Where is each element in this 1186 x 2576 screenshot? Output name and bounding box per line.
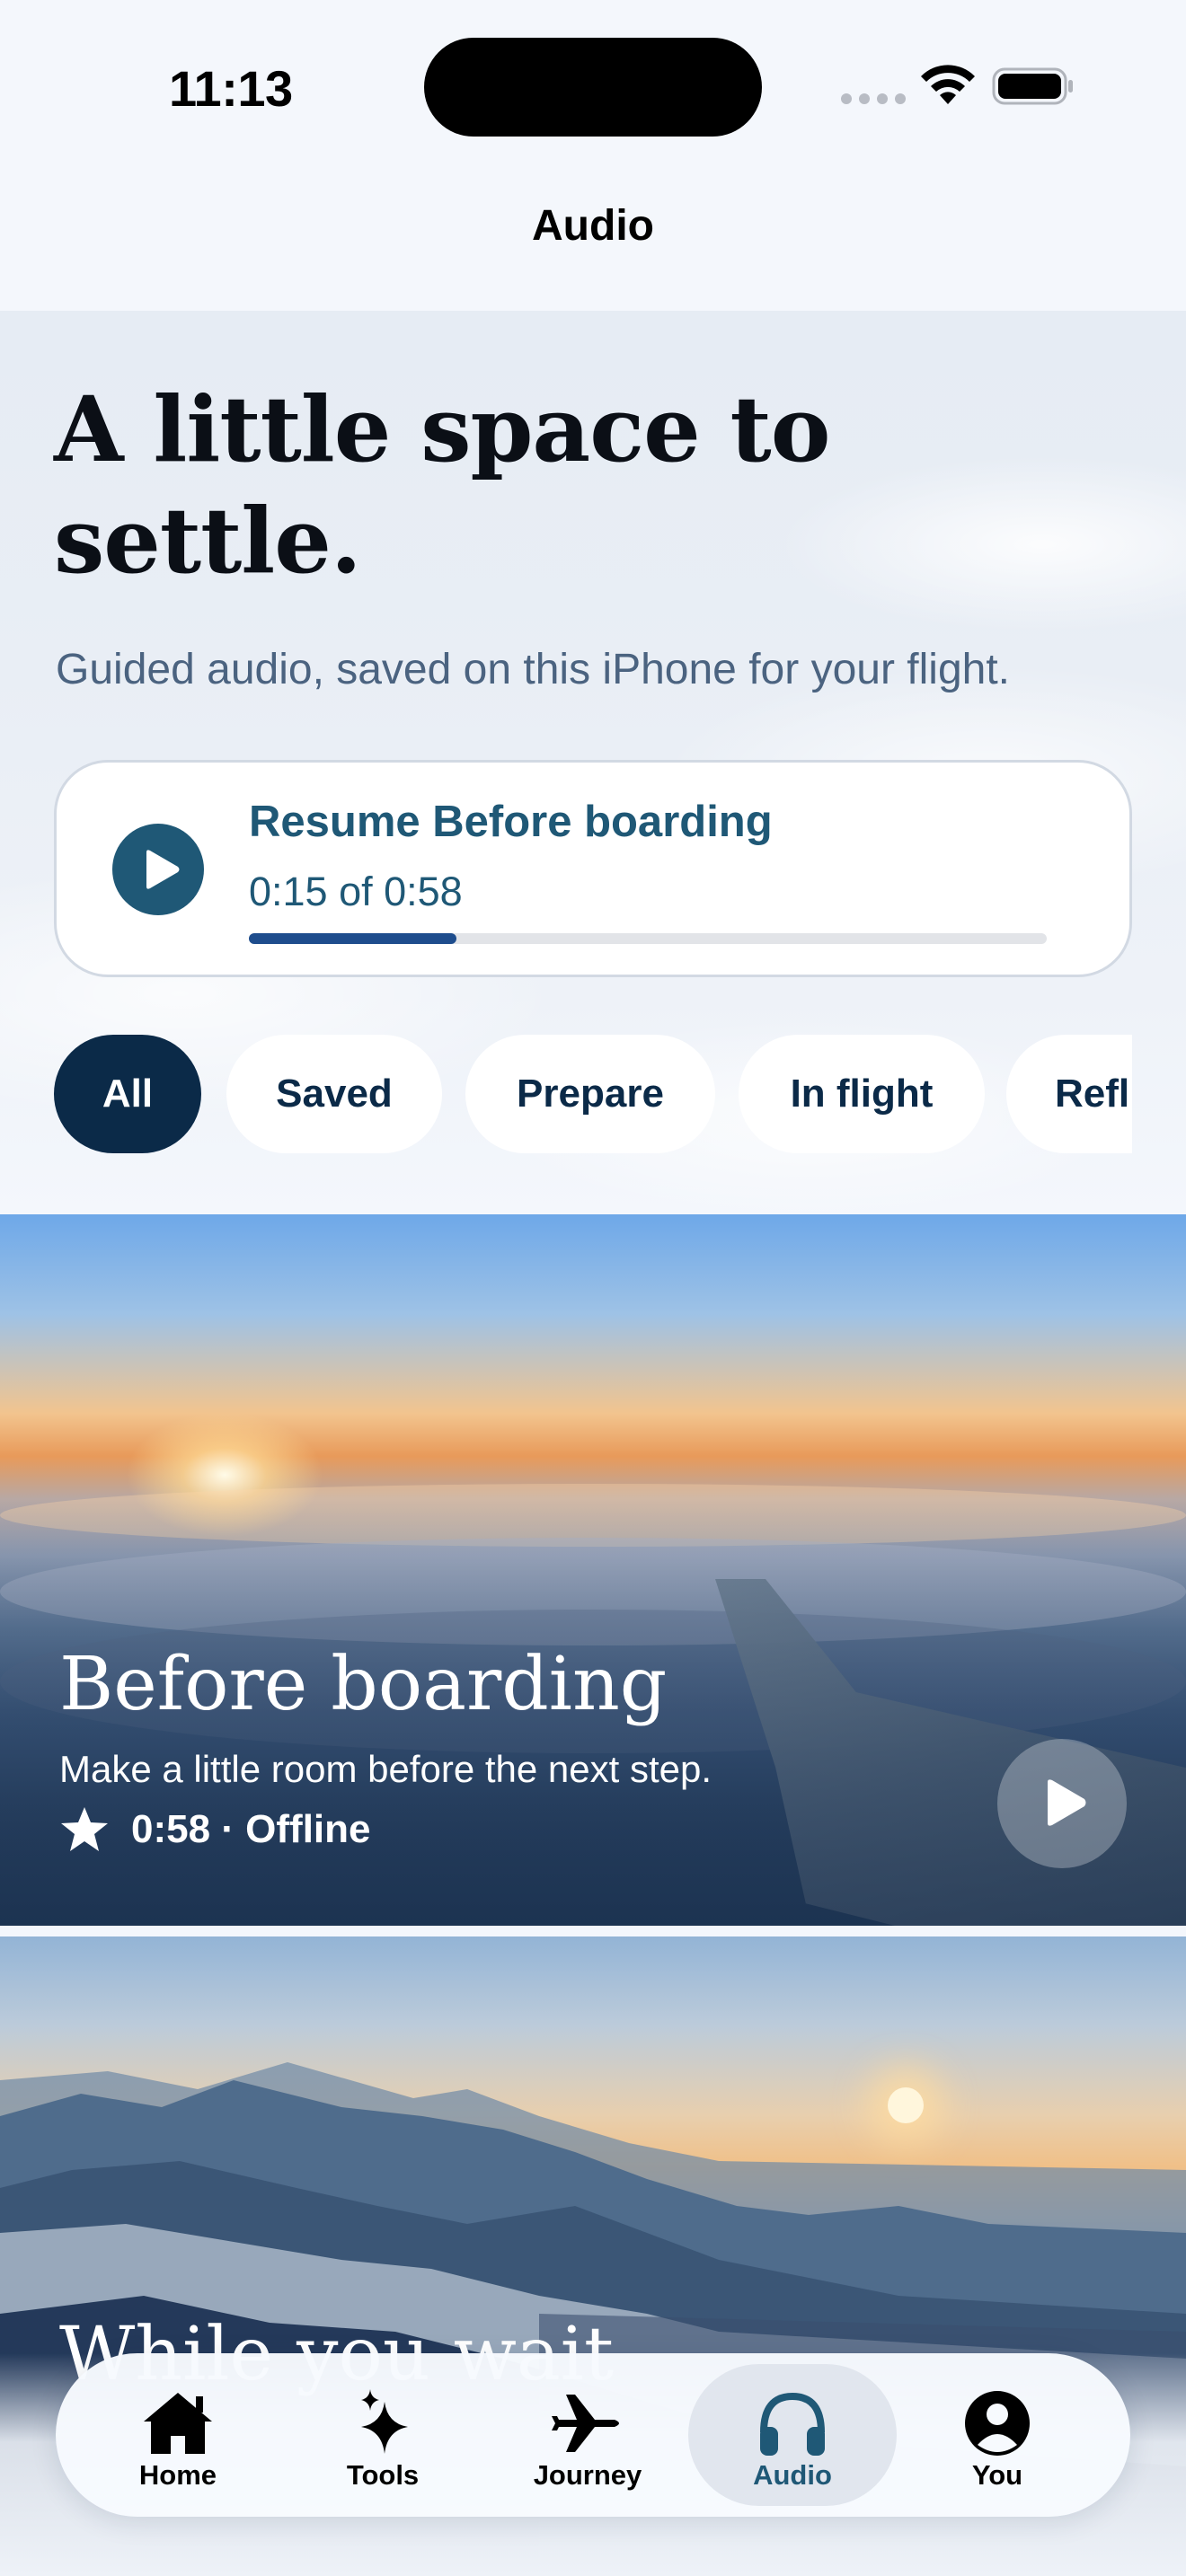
airplane-icon (550, 2389, 625, 2457)
resume-play-button[interactable] (112, 824, 204, 915)
cellular-signal-icon (841, 93, 906, 104)
status-bar: 11:13 (0, 0, 1186, 171)
battery-icon (992, 67, 1073, 105)
play-icon (146, 850, 180, 889)
wifi-icon (921, 65, 975, 104)
sparkles-icon (345, 2389, 420, 2457)
tab-label: Journey (533, 2459, 642, 2491)
tab-you[interactable]: You (893, 2364, 1102, 2506)
headphones-icon (755, 2389, 830, 2457)
star-icon (61, 1807, 108, 1851)
tab-journey[interactable]: Journey (483, 2364, 692, 2506)
chip-reflect[interactable]: Refl (1006, 1035, 1132, 1153)
dynamic-island (424, 38, 762, 137)
status-time: 11:13 (169, 60, 293, 117)
filter-chips: All Saved Prepare In flight Refl (54, 1035, 1132, 1153)
tab-label: Audio (753, 2459, 832, 2491)
audio-card-before-boarding[interactable]: Before boarding Make a little room befor… (0, 1214, 1186, 1926)
card-title: Before boarding (59, 1642, 668, 1727)
resume-progress-bar (249, 933, 1047, 944)
resume-time: 0:15 of 0:58 (249, 869, 463, 914)
card-duration: 0:58 · Offline (131, 1807, 371, 1851)
tab-label: You (971, 2459, 1023, 2491)
play-icon (1048, 1779, 1086, 1826)
tab-label: Home (138, 2459, 217, 2491)
hero-title: A little space to settle. (54, 376, 830, 594)
hero-subtitle: Guided audio, saved on this iPhone for y… (56, 646, 1010, 693)
resume-progress-fill (249, 933, 456, 944)
chip-saved[interactable]: Saved (226, 1035, 442, 1153)
tab-home[interactable]: Home (74, 2364, 282, 2506)
resume-title: Resume Before boarding (249, 798, 773, 846)
card-meta: 0:58 · Offline (59, 1805, 371, 1854)
tab-tools[interactable]: Tools (279, 2364, 487, 2506)
chip-all[interactable]: All (54, 1035, 201, 1153)
house-icon (140, 2389, 216, 2457)
card-description: Make a little room before the next step. (59, 1748, 712, 1790)
tab-audio[interactable]: Audio (688, 2364, 897, 2506)
hero-section: A little space to settle. Guided audio, … (0, 311, 1186, 1214)
resume-card[interactable]: Resume Before boarding 0:15 of 0:58 (54, 760, 1132, 977)
page-title: Audio (532, 202, 654, 250)
chip-in-flight[interactable]: In flight (739, 1035, 985, 1153)
chip-prepare[interactable]: Prepare (465, 1035, 715, 1153)
tab-label: Tools (346, 2459, 420, 2491)
tab-bar: Home Tools Journey Audio You (56, 2353, 1130, 2517)
person-circle-icon (960, 2389, 1035, 2457)
card-play-button[interactable] (997, 1739, 1127, 1868)
